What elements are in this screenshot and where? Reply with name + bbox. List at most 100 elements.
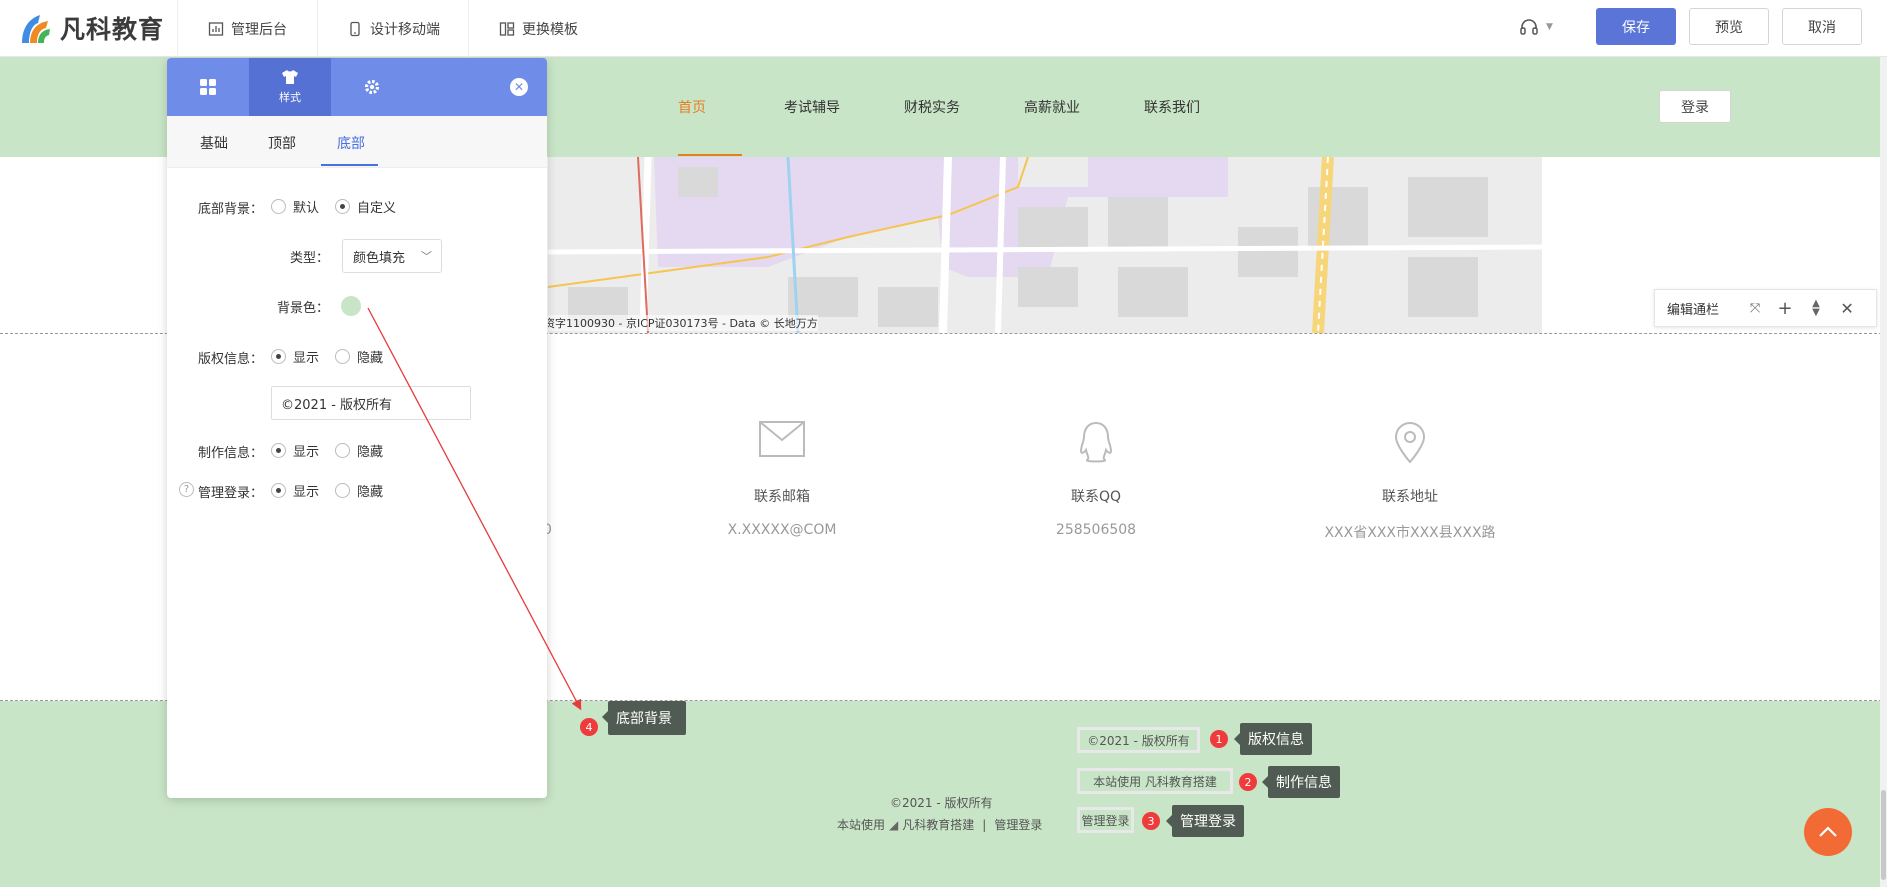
type-select[interactable]: 颜色填充 ﹀ (342, 239, 442, 273)
design-mobile-label: 设计移动端 (370, 21, 440, 38)
copyright-hide-radio[interactable]: 隐藏 (335, 347, 383, 366)
vertical-scrollbar[interactable] (1880, 0, 1887, 887)
admin-login-hide-radio[interactable]: 隐藏 (335, 481, 383, 500)
active-nav-underline (678, 154, 742, 156)
template-icon (499, 21, 515, 36)
divider (317, 0, 318, 57)
scrollbar-thumb[interactable] (1881, 790, 1886, 880)
logo-text: 凡科教育 (60, 15, 165, 44)
design-mobile-link[interactable]: 设计移动端 (347, 0, 440, 57)
add-icon[interactable]: + (1769, 298, 1801, 319)
subtab-top[interactable]: 顶部 (268, 133, 296, 153)
footer-bg-default-radio[interactable]: 默认 (271, 197, 319, 216)
subtab-footer[interactable]: 底部 (337, 133, 365, 153)
admin-backend-label: 管理后台 (231, 21, 287, 38)
caret-down-icon: ▼ (1546, 22, 1553, 32)
grid-icon (200, 79, 216, 95)
nav-exam-tutoring[interactable]: 考试辅导 (784, 97, 840, 117)
move-icon[interactable]: ▲ ▼ (1801, 299, 1831, 318)
admin-login-label: 管理登录： (197, 486, 263, 501)
brand-leaf-icon: ◢ (889, 817, 899, 832)
footer-made-prefix: 本站使用 (837, 818, 886, 832)
map-canvas (548, 157, 1542, 333)
divider (468, 0, 469, 57)
chevron-down-icon: ﹀ (421, 250, 432, 263)
footer-bg-label: 底部背景： (197, 202, 263, 217)
change-template-link[interactable]: 更换模板 (499, 0, 578, 57)
highlight-admin-login[interactable]: 管理登录 (1077, 807, 1134, 833)
nav-contact-us[interactable]: 联系我们 (1144, 97, 1200, 117)
support-dropdown[interactable]: ▼ (1518, 16, 1553, 38)
footer-credits: 本站使用 ◢ 凡科教育搭建 | 管理登录 (837, 816, 1042, 833)
panel-tab-layout[interactable] (167, 58, 249, 116)
copyright-show-radio[interactable]: 显示 (271, 347, 319, 366)
bg-color-swatch[interactable] (341, 296, 361, 316)
contact-email-value: X.XXXXX@COM (727, 522, 837, 538)
preview-button[interactable]: 预览 (1689, 8, 1769, 45)
edit-section-button[interactable]: 编辑通栏 (1667, 299, 1719, 318)
headset-icon (1520, 19, 1538, 35)
close-icon[interactable]: ✕ (1831, 299, 1863, 318)
made-info-hide-radio[interactable]: 隐藏 (335, 441, 383, 460)
footer-copyright: ©2021 - 版权所有 (890, 796, 993, 810)
mobile-icon (350, 21, 360, 36)
contact-email: 联系邮箱 X.XXXXX@COM (652, 420, 912, 538)
nav-home[interactable]: 首页 (678, 97, 706, 117)
admin-login-show-radio[interactable]: 显示 (271, 481, 319, 500)
editor-topbar: 凡科教育 管理后台 设计移动端 更换模板 ▼ 保存 预览 取消 (0, 0, 1887, 57)
annotation-badge-1: 1 (1210, 730, 1228, 748)
bg-color-label: 背景色： (276, 301, 329, 316)
panel-tab-style[interactable]: 样式 (249, 58, 331, 116)
gear-icon (364, 79, 380, 95)
logo[interactable]: 凡科教育 (18, 8, 164, 48)
nav-high-salary-jobs[interactable]: 高薪就业 (1024, 97, 1080, 117)
copyright-label: 版权信息： (197, 352, 263, 367)
location-icon (1394, 422, 1426, 464)
annotation-tip-copyright: 版权信息 (1234, 723, 1312, 755)
style-settings-panel: 样式 ✕ 基础 顶部 底部 底部背景： 默认 自定义 类型： 颜色填充 ﹀ 背景… (167, 58, 547, 798)
footer-made-brand[interactable]: 凡科教育搭建 (902, 816, 974, 833)
annotation-tip-made-info: 制作信息 (1262, 766, 1340, 798)
mail-icon (759, 421, 805, 457)
type-label: 类型： (289, 251, 329, 266)
made-info-show-radio[interactable]: 显示 (271, 441, 319, 460)
site-login-button[interactable]: 登录 (1659, 90, 1731, 123)
contact-email-title: 联系邮箱 (754, 489, 810, 505)
chevron-up-icon (1819, 826, 1837, 837)
map[interactable]: 资字1100930 - 京ICP证030173号 - Data © 长地万方 (548, 157, 1542, 333)
divider (177, 0, 178, 57)
admin-backend-link[interactable]: 管理后台 (208, 0, 287, 57)
panel-tab-settings[interactable] (331, 58, 413, 116)
type-select-value: 颜色填充 (353, 250, 406, 266)
panel-tab-style-label: 样式 (279, 91, 301, 104)
hide-icon[interactable]: ⤧ (1741, 301, 1769, 316)
annotation-badge-2: 2 (1239, 773, 1257, 791)
annotation-badge-3: 3 (1142, 812, 1160, 830)
section-edit-toolbar: 编辑通栏 ⤧ + ▲ ▼ ✕ (1654, 289, 1877, 327)
highlight-made-info[interactable]: 本站使用 凡科教育搭建 (1077, 768, 1233, 794)
footer-admin-login[interactable]: 管理登录 (994, 816, 1042, 833)
save-button[interactable]: 保存 (1596, 8, 1676, 45)
map-copyright: 资字1100930 - 京ICP证030173号 - Data © 长地万方 (548, 315, 818, 331)
copyright-input[interactable]: ©2021 - 版权所有 (271, 386, 471, 420)
close-icon[interactable]: ✕ (510, 78, 528, 96)
logo-icon (22, 15, 50, 43)
made-info-label: 制作信息： (197, 446, 263, 461)
annotation-tip-admin-login: 管理登录 (1166, 805, 1244, 837)
qq-icon (1079, 421, 1113, 463)
shirt-icon (282, 70, 298, 84)
contact-address-value: XXX省XXX市XXX县XXX路 (1324, 525, 1496, 541)
contact-qq-value: 258506508 (1055, 522, 1137, 538)
subtab-active-indicator (321, 164, 378, 166)
cancel-button[interactable]: 取消 (1782, 8, 1862, 45)
contact-qq-title: 联系QQ (1070, 489, 1122, 505)
subtab-basic[interactable]: 基础 (200, 133, 228, 153)
contact-address-title: 联系地址 (1382, 489, 1438, 505)
contact-address: 联系地址 XXX省XXX市XXX县XXX路 (1280, 420, 1540, 542)
panel-header: 样式 ✕ (167, 58, 547, 116)
highlight-copyright[interactable]: ©2021 - 版权所有 (1077, 727, 1200, 753)
contact-qq: 联系QQ 258506508 (966, 420, 1226, 538)
footer-bg-custom-radio[interactable]: 自定义 (335, 197, 396, 216)
scroll-to-top-button[interactable] (1804, 808, 1852, 856)
nav-tax-practice[interactable]: 财税实务 (904, 97, 960, 117)
